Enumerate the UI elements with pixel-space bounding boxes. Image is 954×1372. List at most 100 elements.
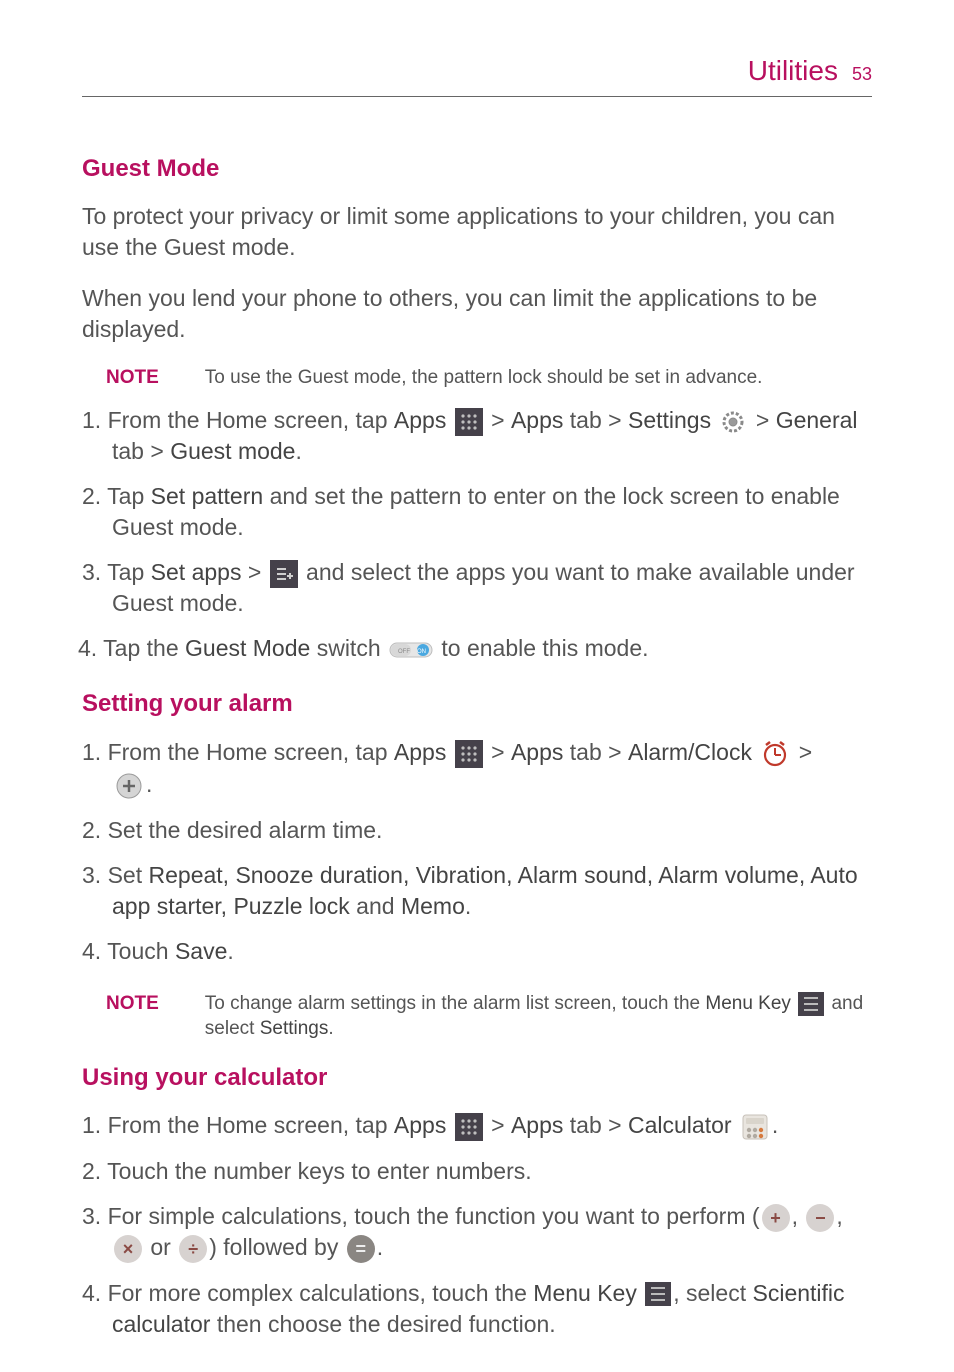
calc-multiply-key-icon: ×	[114, 1235, 142, 1263]
calc-divide-key-icon: ÷	[179, 1235, 207, 1263]
apps-label: Apps	[394, 1112, 446, 1138]
set-apps-label: Set apps	[151, 559, 242, 585]
note-text: To use the Guest mode, the pattern lock …	[205, 365, 763, 391]
apps-label: Apps	[394, 407, 446, 433]
menu-key-label: Menu Key	[533, 1280, 637, 1306]
guest-mode-step-4: Tap the Guest Mode switch OFF ON to enabl…	[82, 633, 872, 664]
text: or	[144, 1234, 177, 1260]
text: ) followed by	[209, 1234, 345, 1260]
text: From the Home screen, tap	[108, 1112, 394, 1138]
alarm-heading: Setting your alarm	[82, 688, 872, 720]
calc-step-3: For simple calculations, touch the funct…	[82, 1201, 872, 1263]
calculator-steps: From the Home screen, tap Apps > Apps ta…	[82, 1110, 872, 1339]
set-apps-icon	[270, 560, 298, 588]
apps-label: Apps	[394, 739, 446, 765]
text: to enable this mode.	[435, 635, 649, 661]
apps-grid-icon	[455, 1113, 483, 1141]
menu-key-icon	[798, 992, 824, 1016]
apps-tab-label: Apps	[511, 407, 563, 433]
text: Touch	[107, 938, 175, 964]
text: .	[328, 1018, 333, 1039]
menu-key-label: Menu Key	[705, 993, 791, 1014]
alarm-step-3: Set Repeat, Snooze duration, Vibration, …	[82, 860, 872, 922]
text: Set	[108, 862, 149, 888]
text: switch	[310, 635, 387, 661]
calc-equals-key-icon: =	[347, 1235, 375, 1263]
note-label: NOTE	[106, 991, 159, 1017]
text: >	[485, 739, 511, 765]
text: .	[227, 938, 233, 964]
text: >	[485, 407, 511, 433]
svg-text:ON: ON	[417, 649, 426, 655]
alarm-note: NOTE To change alarm settings in the ala…	[106, 991, 872, 1042]
text: .	[465, 893, 471, 919]
guest-mode-label: Guest mode	[170, 438, 295, 464]
text: .	[377, 1234, 383, 1260]
page-header: Utilities 53	[82, 52, 872, 97]
apps-grid-icon	[455, 740, 483, 768]
header-page-number: 53	[852, 62, 872, 86]
text: ,	[792, 1203, 805, 1229]
calc-step-1: From the Home screen, tap Apps > Apps ta…	[82, 1110, 872, 1142]
calculator-label: Calculator	[628, 1112, 732, 1138]
text: Tap the	[103, 635, 185, 661]
apps-tab-label: Apps	[511, 739, 563, 765]
text: .	[146, 771, 152, 797]
calc-step-2: Touch the number keys to enter numbers.	[82, 1156, 872, 1187]
add-alarm-icon	[114, 771, 144, 801]
guest-mode-para-1: To protect your privacy or limit some ap…	[82, 201, 872, 263]
svg-text:OFF: OFF	[398, 649, 410, 655]
text: Tap	[107, 483, 150, 509]
text: tab >	[563, 1112, 628, 1138]
guest-mode-para-2: When you lend your phone to others, you …	[82, 283, 872, 345]
settings-label: Settings	[260, 1018, 329, 1039]
alarm-step-4: Touch Save.	[82, 936, 872, 967]
menu-key-icon	[645, 1282, 671, 1306]
alarm-clock-label: Alarm/Clock	[628, 739, 752, 765]
text: and	[350, 893, 401, 919]
calc-step-4: For more complex calculations, touch the…	[82, 1278, 872, 1340]
text: .	[295, 438, 301, 464]
calculator-app-icon	[740, 1112, 770, 1142]
text: For more complex calculations, touch the	[108, 1280, 534, 1306]
alarm-step-2: Set the desired alarm time.	[82, 815, 872, 846]
text: tab >	[563, 407, 628, 433]
guest-mode-step-1: From the Home screen, tap Apps > Apps ta…	[82, 405, 872, 467]
guest-mode-note: NOTE To use the Guest mode, the pattern …	[106, 365, 872, 391]
text: tab >	[112, 438, 170, 464]
text: >	[241, 559, 267, 585]
guest-mode-switch-label: Guest Mode	[185, 635, 310, 661]
note-label: NOTE	[106, 365, 159, 391]
guest-mode-steps: From the Home screen, tap Apps > Apps ta…	[82, 405, 872, 664]
text: >	[485, 1112, 511, 1138]
memo-label: Memo	[401, 893, 465, 919]
save-label: Save	[175, 938, 227, 964]
guest-mode-step-2: Tap Set pattern and set the pattern to e…	[82, 481, 872, 543]
calculator-heading: Using your calculator	[82, 1062, 872, 1094]
settings-gear-icon	[719, 408, 747, 436]
header-section-title: Utilities	[748, 52, 838, 90]
text: >	[792, 739, 812, 765]
text: tab >	[563, 739, 628, 765]
apps-tab-label: Apps	[511, 1112, 563, 1138]
text: ,	[836, 1203, 842, 1229]
text: To change alarm settings in the alarm li…	[205, 993, 706, 1014]
set-pattern-label: Set pattern	[151, 483, 264, 509]
text: Tap	[107, 559, 150, 585]
alarm-options-labels: Repeat, Snooze duration, Vibration, Alar…	[112, 862, 858, 919]
general-label: General	[776, 407, 858, 433]
note-text: To change alarm settings in the alarm li…	[205, 991, 872, 1042]
text: then choose the desired function.	[210, 1311, 555, 1337]
apps-grid-icon	[455, 408, 483, 436]
text: >	[749, 407, 775, 433]
text: , select	[673, 1280, 752, 1306]
calc-minus-key-icon: −	[806, 1204, 834, 1232]
alarm-clock-icon	[760, 739, 790, 769]
text: From the Home screen, tap	[108, 407, 394, 433]
settings-label: Settings	[628, 407, 711, 433]
text: For simple calculations, touch the funct…	[108, 1203, 760, 1229]
calc-plus-key-icon: +	[762, 1204, 790, 1232]
text: From the Home screen, tap	[108, 739, 394, 765]
alarm-steps: From the Home screen, tap Apps > Apps ta…	[82, 737, 872, 967]
text: .	[772, 1112, 778, 1138]
